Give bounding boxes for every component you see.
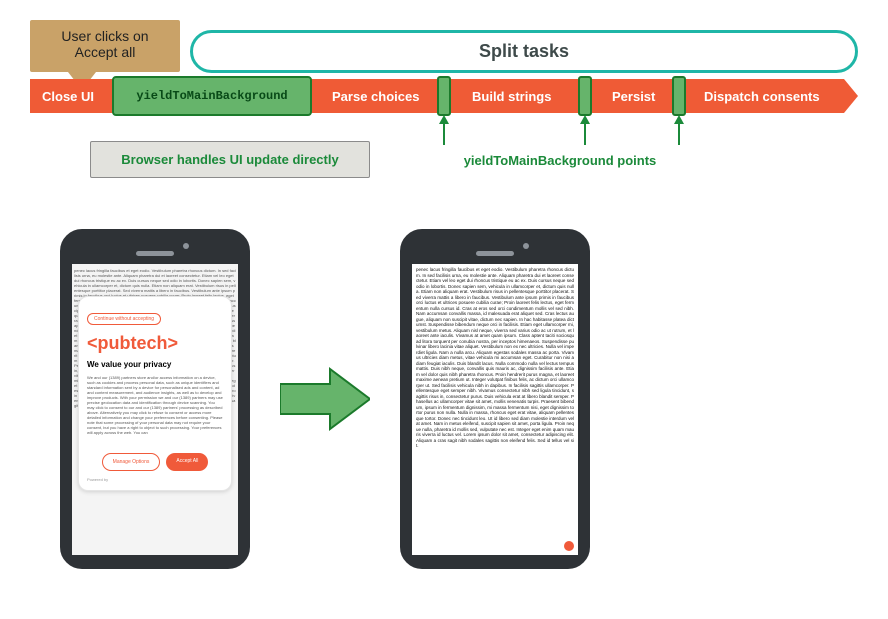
phone-after: penec lacus fringilla faucibus et eget e… — [400, 229, 590, 569]
phone-before: penec lacus fringilla faucibus et eget e… — [60, 229, 250, 569]
consent-tagline: We value your privacy — [87, 360, 223, 369]
yield-tick-1 — [437, 76, 451, 116]
article-text: penec lacus fringilla faucibus et eget e… — [412, 264, 578, 555]
accept-all-button[interactable]: Accept All — [166, 453, 208, 471]
yield-tick-2 — [578, 76, 592, 116]
callout-line2: Accept all — [75, 44, 136, 60]
manage-options-button[interactable]: Manage Options — [102, 453, 161, 471]
split-tasks-pill: Split tasks — [190, 30, 858, 73]
powered-by: Powered by — [87, 477, 223, 482]
transition-arrow-icon — [280, 364, 370, 434]
privacy-fab-icon[interactable] — [564, 541, 574, 551]
consent-dialog: Continue without accepting pubtech We va… — [78, 296, 232, 491]
yield-tick-3 — [672, 76, 686, 116]
continue-without-chip[interactable]: Continue without accepting — [87, 313, 161, 325]
yield-block: yieldToMainBackground — [112, 76, 312, 116]
pubtech-logo: pubtech — [87, 333, 223, 354]
seg-close-ui: Close UI — [36, 79, 100, 113]
note-yield-points: yieldToMainBackground points — [430, 147, 690, 174]
callout-line1: User clicks on — [61, 28, 148, 44]
note-browser: Browser handles UI update directly — [90, 141, 370, 178]
task-bar: Close UI yieldToMainBackground Parse cho… — [30, 79, 858, 113]
seg-build: Build strings — [466, 79, 557, 113]
user-action-callout: User clicks on Accept all — [30, 20, 180, 72]
seg-persist: Persist — [606, 79, 661, 113]
consent-body: We and our (1389) partners store and/or … — [87, 375, 223, 445]
seg-dispatch: Dispatch consents — [698, 79, 826, 113]
seg-parse: Parse choices — [326, 79, 425, 113]
